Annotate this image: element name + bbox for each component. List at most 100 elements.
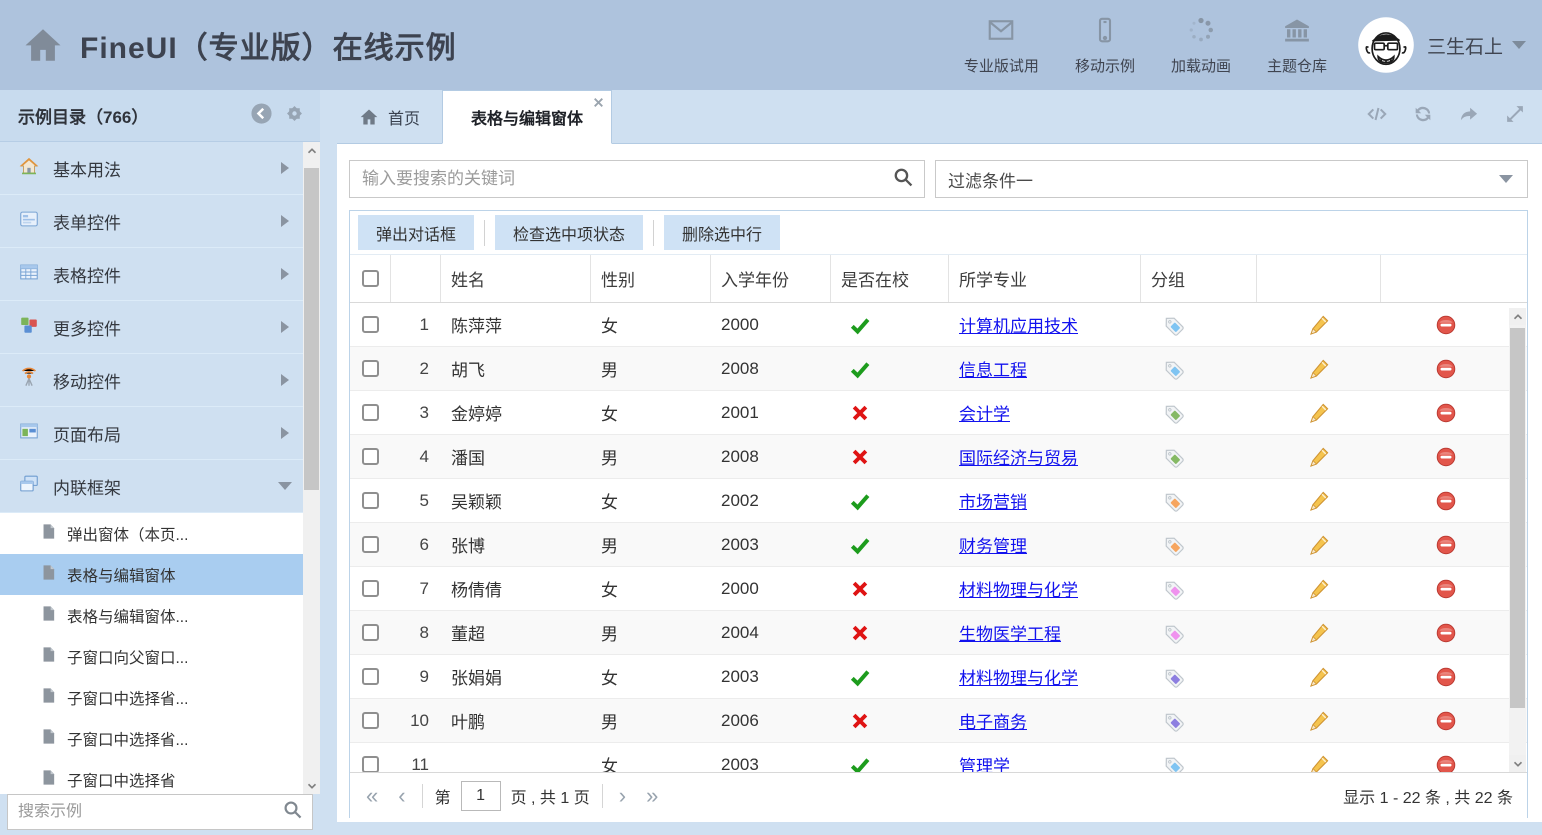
cell-gender: 女 (591, 655, 711, 698)
row-checkbox[interactable] (362, 712, 379, 729)
delete-button[interactable] (1435, 490, 1457, 512)
major-link[interactable]: 财务管理 (959, 532, 1027, 557)
edit-button[interactable] (1307, 401, 1331, 425)
tab-active[interactable]: 表格与编辑窗体 (442, 90, 612, 144)
row-checkbox[interactable] (362, 360, 379, 377)
sidebar-scrollbar[interactable] (303, 142, 320, 794)
gear-icon[interactable] (283, 102, 306, 130)
sidebar-item[interactable]: 表单控件 (0, 195, 303, 248)
share-icon[interactable] (1458, 103, 1480, 130)
delete-button[interactable] (1435, 622, 1457, 644)
edit-button[interactable] (1307, 313, 1331, 337)
major-link[interactable]: 材料物理与化学 (959, 664, 1078, 689)
sidebar-item[interactable]: 内联框架 (0, 460, 303, 513)
delete-button[interactable] (1435, 710, 1457, 732)
collapse-sidebar-icon[interactable] (250, 102, 273, 130)
header-nav-item[interactable]: 加载动画 (1171, 15, 1231, 76)
edit-button[interactable] (1307, 753, 1331, 773)
delete-button[interactable] (1435, 314, 1457, 336)
scroll-up-button[interactable] (303, 142, 320, 159)
scroll-down-button[interactable] (1509, 755, 1526, 772)
sidebar-item[interactable]: 基本用法 (0, 142, 303, 195)
page-number-input[interactable] (461, 781, 501, 811)
row-checkbox[interactable] (362, 404, 379, 421)
toolbar-button[interactable]: 删除选中行 (664, 215, 780, 250)
sidebar-subitem[interactable]: 子窗口中选择省 (0, 759, 303, 794)
major-link[interactable]: 生物医学工程 (959, 620, 1061, 645)
edit-button[interactable] (1307, 577, 1331, 601)
sidebar-item[interactable]: 页面布局 (0, 407, 303, 460)
select-all-checkbox[interactable] (362, 270, 379, 287)
sidebar-subitem[interactable]: 表格与编辑窗体... (0, 595, 303, 636)
search-icon[interactable] (282, 799, 312, 825)
pagination-bar: « ‹ 第 页 , 共 1 页 › » 显示 1 - 22 条 , 共 22 条 (350, 772, 1527, 819)
sidebar-search-input[interactable] (8, 803, 282, 821)
row-checkbox[interactable] (362, 624, 379, 641)
major-link[interactable]: 管理学 (959, 752, 1010, 772)
row-checkbox[interactable] (362, 580, 379, 597)
row-index: 11 (391, 743, 441, 772)
sidebar-item-label: 更多控件 (53, 315, 121, 340)
toolbar-button[interactable]: 检查选中项状态 (495, 215, 643, 250)
major-link[interactable]: 会计学 (959, 400, 1010, 425)
sidebar-subitem[interactable]: 子窗口中选择省... (0, 718, 303, 759)
row-checkbox[interactable] (362, 756, 379, 772)
edit-button[interactable] (1307, 709, 1331, 733)
row-checkbox[interactable] (362, 668, 379, 685)
sidebar-item[interactable]: 表格控件 (0, 248, 303, 301)
delete-button[interactable] (1435, 446, 1457, 468)
user-avatar[interactable] (1357, 16, 1415, 74)
edit-button[interactable] (1307, 533, 1331, 557)
toolbar-button[interactable]: 弹出对话框 (358, 215, 474, 250)
next-page-button[interactable]: › (619, 785, 626, 807)
first-page-button[interactable]: « (366, 785, 378, 807)
table-scrollbar[interactable] (1509, 308, 1526, 772)
delete-button[interactable] (1435, 578, 1457, 600)
edit-button[interactable] (1307, 357, 1331, 381)
prev-page-button[interactable]: ‹ (398, 785, 405, 807)
scroll-down-button[interactable] (303, 777, 320, 794)
edit-button[interactable] (1307, 621, 1331, 645)
filter-dropdown[interactable]: 过滤条件一 (935, 160, 1528, 198)
major-link[interactable]: 信息工程 (959, 356, 1027, 381)
tab-home[interactable]: 首页 (337, 90, 442, 143)
delete-button[interactable] (1435, 358, 1457, 380)
scrollbar-thumb[interactable] (304, 168, 319, 490)
sidebar-item[interactable]: 更多控件 (0, 301, 303, 354)
keyword-search-input[interactable] (350, 169, 892, 189)
edit-button[interactable] (1307, 665, 1331, 689)
last-page-button[interactable]: » (646, 785, 658, 807)
row-checkbox[interactable] (362, 448, 379, 465)
header-nav-item[interactable]: 主题仓库 (1267, 15, 1327, 76)
header-nav-item[interactable]: 移动示例 (1075, 15, 1135, 76)
delete-button[interactable] (1435, 666, 1457, 688)
close-icon[interactable] (592, 96, 605, 109)
delete-button[interactable] (1435, 534, 1457, 556)
delete-button[interactable] (1435, 402, 1457, 424)
sidebar-subitem[interactable]: 子窗口中选择省... (0, 677, 303, 718)
sidebar-subitem[interactable]: 子窗口向父窗口... (0, 636, 303, 677)
major-link[interactable]: 计算机应用技术 (959, 312, 1078, 337)
major-link[interactable]: 国际经济与贸易 (959, 444, 1078, 469)
sidebar-subitem[interactable]: 表格与编辑窗体 (0, 554, 303, 595)
search-icon[interactable] (892, 166, 924, 193)
row-checkbox[interactable] (362, 492, 379, 509)
expand-icon[interactable] (1504, 103, 1526, 130)
scrollbar-thumb[interactable] (1510, 328, 1525, 708)
cell-delete (1381, 435, 1510, 478)
refresh-icon[interactable] (1412, 103, 1434, 130)
major-link[interactable]: 电子商务 (959, 708, 1027, 733)
user-menu[interactable]: 三生石上 (1357, 16, 1526, 74)
header-nav-item[interactable]: 专业版试用 (964, 15, 1039, 76)
row-checkbox[interactable] (362, 536, 379, 553)
edit-button[interactable] (1307, 445, 1331, 469)
row-checkbox[interactable] (362, 316, 379, 333)
major-link[interactable]: 材料物理与化学 (959, 576, 1078, 601)
delete-button[interactable] (1435, 754, 1457, 773)
edit-button[interactable] (1307, 489, 1331, 513)
code-icon[interactable] (1366, 103, 1388, 130)
major-link[interactable]: 市场营销 (959, 488, 1027, 513)
sidebar-item[interactable]: 移动控件 (0, 354, 303, 407)
sidebar-subitem[interactable]: 弹出窗体（本页... (0, 513, 303, 554)
scroll-up-button[interactable] (1509, 308, 1526, 325)
